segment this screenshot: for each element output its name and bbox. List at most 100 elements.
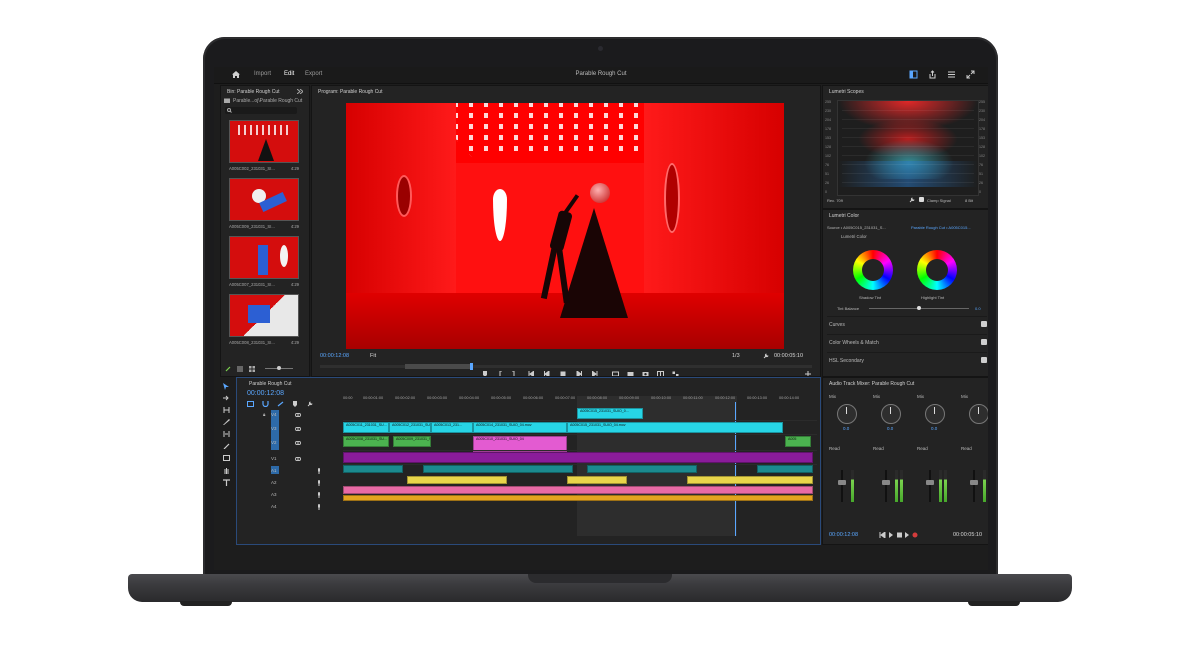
clip-v3-c[interactable]: A005C013_231... [431, 422, 473, 433]
timeline-settings-icon[interactable] [307, 401, 313, 407]
program-video-frame[interactable] [346, 103, 784, 349]
bin-clip-1[interactable]: A005C002_231031_SI... 4:29 [229, 120, 299, 171]
section-color-wheels[interactable]: Color Wheels & Match [827, 334, 987, 352]
tint-balance-value[interactable]: 0.0 [975, 306, 981, 311]
volume-fader[interactable] [838, 470, 846, 502]
track-v1[interactable]: V1 [271, 456, 277, 461]
section-hsl-secondary[interactable]: HSL Secondary [827, 352, 987, 370]
clip-v3-e[interactable]: A005C015_231031_SUIO_04.mov [567, 422, 783, 433]
bit-depth-dropdown[interactable]: 8 Bit [965, 198, 973, 203]
bin-title[interactable]: Bin: Parable Rough Cut [227, 89, 280, 95]
bin-clip-2[interactable]: A005C009_231031_SI... 4:29 [229, 178, 299, 229]
audio-clip-a2[interactable] [407, 476, 507, 484]
track-select-tool-icon[interactable] [223, 395, 230, 401]
menu-icon[interactable] [947, 70, 956, 79]
mic-icon[interactable] [317, 480, 321, 486]
automation-mode[interactable]: Read [917, 446, 928, 451]
tint-balance-slider[interactable] [869, 306, 969, 310]
highlight-tint-wheel[interactable] [917, 250, 957, 290]
grid-view-icon[interactable] [249, 366, 255, 372]
audio-clip-a3[interactable] [343, 486, 813, 494]
sequence-clip-label[interactable]: Parable Rough Cut • A005C015... [911, 225, 971, 230]
track-a3[interactable]: A3 [271, 492, 277, 497]
mic-icon[interactable] [317, 492, 321, 498]
clip-v2-a[interactable]: A005C008_231031_SU... [343, 436, 389, 447]
audio-clip-a1[interactable] [757, 465, 813, 473]
bin-search-input[interactable] [225, 107, 297, 114]
program-scrubber[interactable] [320, 363, 812, 370]
curves-checkbox[interactable] [981, 321, 987, 327]
ripple-edit-tool-icon[interactable] [223, 407, 230, 413]
list-view-icon[interactable] [237, 366, 243, 372]
program-current-timecode[interactable]: 00:00:12:08 [320, 353, 349, 359]
color-wheels-checkbox[interactable] [981, 339, 987, 345]
track-a2[interactable]: A2 [271, 480, 277, 485]
channel-mode-dropdown[interactable]: Mix [873, 394, 880, 399]
clip-v3-a[interactable]: A005C011_231031_SU... [343, 422, 389, 433]
bin-clip-4[interactable]: A005C008_231031_SI... 4:29 [229, 294, 299, 345]
channel-mode-dropdown[interactable]: Mix [829, 394, 836, 399]
pan-value[interactable]: 0.0 [931, 426, 937, 431]
hand-tool-icon[interactable] [223, 467, 230, 474]
clip-v3-b[interactable]: A005C012_231031_SU... [389, 422, 431, 433]
mixer-current-timecode[interactable]: 00:00:12:08 [829, 532, 858, 538]
timeline-current-timecode[interactable]: 00:00:12:08 [247, 390, 284, 397]
audio-clip-a1[interactable] [343, 465, 403, 473]
lumetri-title[interactable]: Lumetri Color [829, 213, 859, 219]
audio-clip-a2[interactable] [567, 476, 627, 484]
audio-clip-a1[interactable] [423, 465, 573, 473]
eye-icon[interactable] [295, 457, 301, 461]
resolution-dropdown[interactable]: 1/3 [732, 353, 740, 359]
track-a1[interactable]: A1 [271, 468, 277, 473]
razor-tool-icon[interactable] [223, 419, 230, 425]
track-v3[interactable]: V3 [271, 426, 277, 431]
volume-fader[interactable] [882, 470, 890, 502]
linked-selection-icon[interactable] [277, 401, 284, 407]
mixer-title[interactable]: Audio Track Mixer: Parable Rough Cut [829, 381, 914, 387]
clip-v2-d[interactable]: A005 [785, 436, 811, 447]
marker-icon[interactable] [292, 401, 298, 407]
channel-mode-dropdown[interactable]: Mix [961, 394, 968, 399]
pencil-icon[interactable] [225, 366, 231, 372]
scope-settings-icon[interactable] [909, 197, 915, 203]
shadow-tint-wheel[interactable] [853, 250, 893, 290]
pan-knob[interactable] [969, 404, 988, 424]
volume-fader[interactable] [970, 470, 978, 502]
clip-v2-b[interactable]: A005C009_231031_SUIO [393, 436, 431, 447]
snap-icon[interactable] [262, 401, 269, 407]
program-title[interactable]: Program: Parable Rough Cut [318, 89, 382, 95]
track-v2[interactable]: V2 [271, 440, 277, 445]
bin-clip-3[interactable]: A005C007_231031_SI... 4:29 [229, 236, 299, 287]
wrench-icon[interactable] [763, 353, 769, 359]
automation-mode[interactable]: Read [961, 446, 972, 451]
automation-mode[interactable]: Read [829, 446, 840, 451]
expand-panel-icon[interactable] [297, 89, 303, 94]
share-icon[interactable] [928, 70, 937, 79]
pan-knob[interactable] [837, 404, 857, 424]
type-tool-icon[interactable] [223, 479, 230, 486]
clip-v1[interactable] [343, 452, 813, 463]
insert-sequence-icon[interactable] [247, 401, 254, 407]
slip-tool-icon[interactable] [223, 431, 230, 437]
eye-icon[interactable] [295, 413, 301, 417]
volume-fader[interactable] [926, 470, 934, 502]
scope-mode[interactable]: Rec. 709 [827, 198, 843, 203]
selection-tool-icon[interactable] [223, 383, 229, 390]
clip-v4[interactable]: A005C015_231031_SUIO_0... [577, 408, 643, 419]
pan-value[interactable]: 0.0 [887, 426, 893, 431]
rectangle-tool-icon[interactable] [223, 455, 230, 461]
pen-tool-icon[interactable] [223, 443, 230, 449]
track-v4[interactable]: V4 [271, 412, 277, 417]
mic-icon[interactable] [317, 504, 321, 510]
section-curves[interactable]: Curves [827, 316, 987, 334]
zoom-slider[interactable] [265, 366, 293, 370]
pan-knob[interactable] [881, 404, 901, 424]
workspaces-icon[interactable] [909, 70, 918, 79]
eye-icon[interactable] [295, 441, 301, 445]
pan-knob[interactable] [925, 404, 945, 424]
track-a4[interactable]: A4 [271, 504, 277, 509]
channel-mode-dropdown[interactable]: Mix [917, 394, 924, 399]
mic-icon[interactable] [317, 468, 321, 474]
clip-v3-d[interactable]: A005C014_231031_SUIO_04.mov [473, 422, 567, 433]
lock-icon[interactable]: 🔒︎ [263, 412, 265, 417]
